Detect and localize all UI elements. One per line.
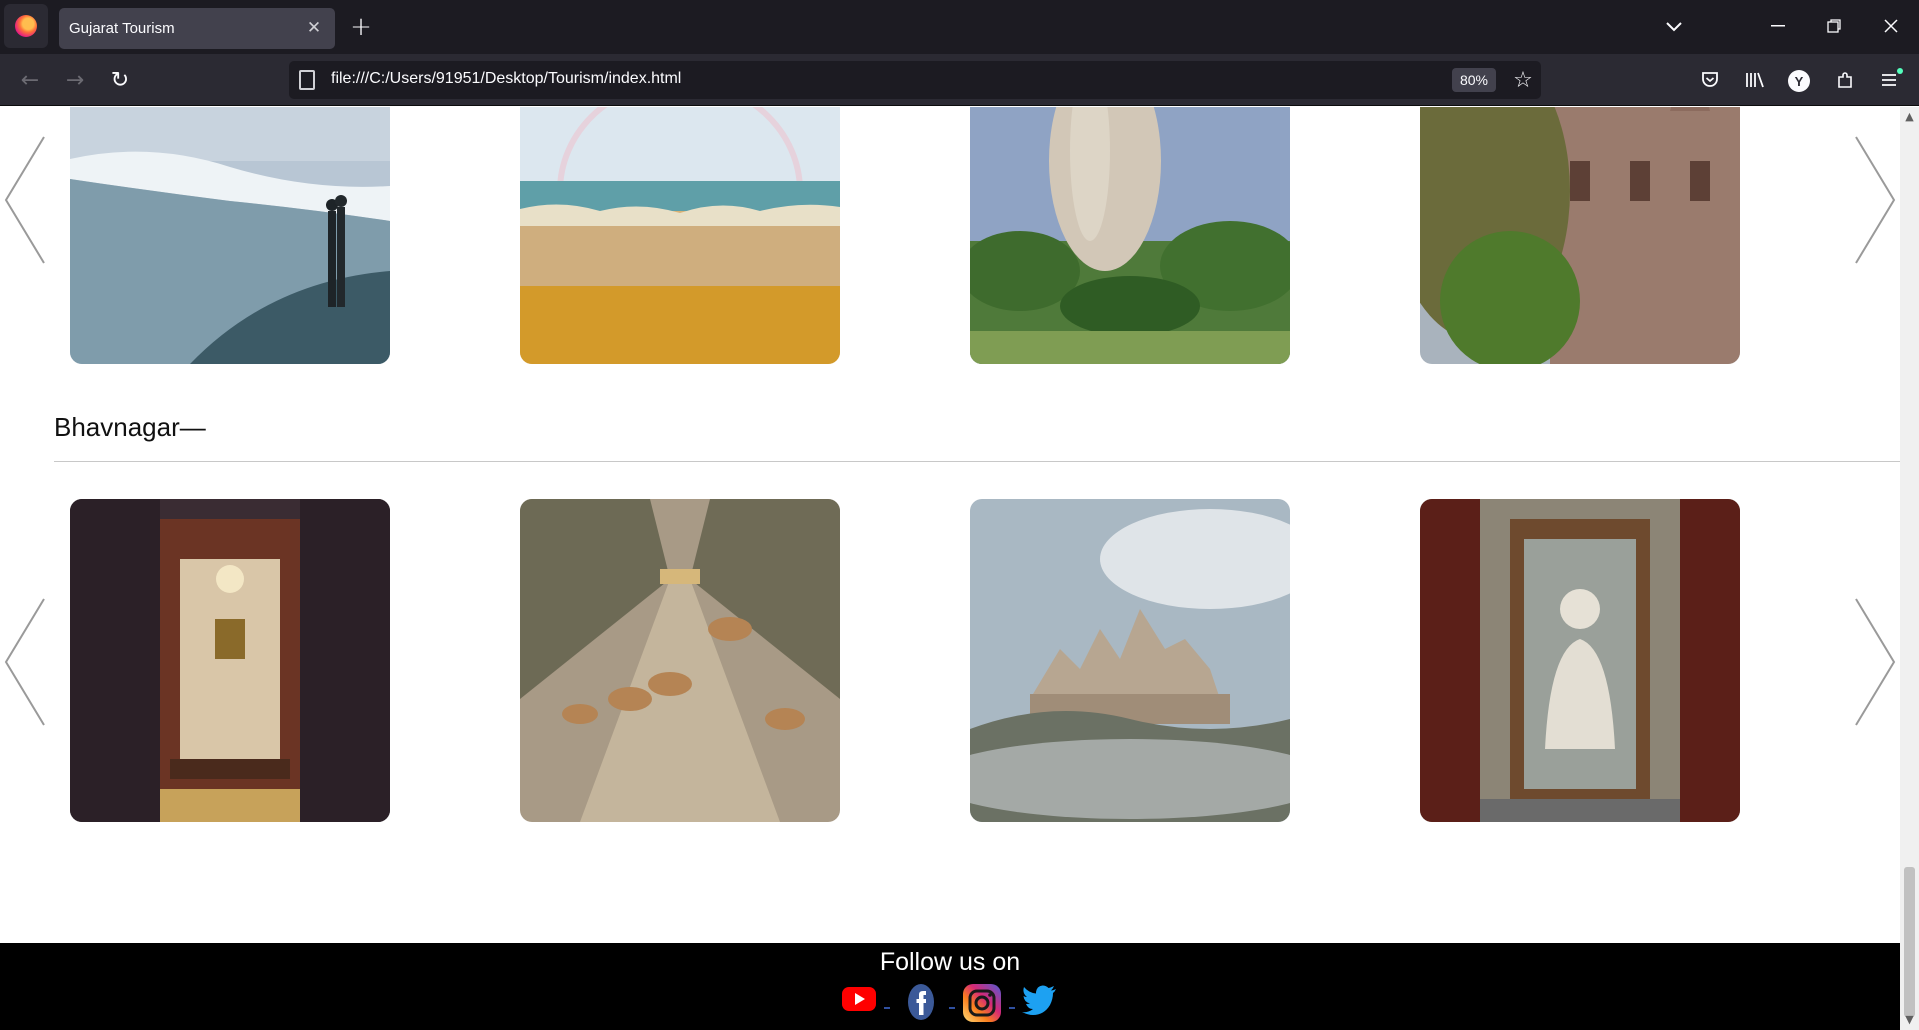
page-icon <box>299 70 315 90</box>
scroll-thumb[interactable] <box>1904 867 1915 1017</box>
back-button[interactable]: ← <box>12 62 48 98</box>
section-divider <box>54 461 1900 462</box>
list-all-tabs-button[interactable] <box>1658 12 1690 42</box>
chevron-right-icon <box>1855 136 1896 264</box>
puzzle-icon <box>1838 72 1852 88</box>
bhavnagar-prev-button[interactable] <box>2 597 48 727</box>
social-separator <box>884 1007 890 1009</box>
scroll-up-arrow-icon[interactable]: ▲ <box>1903 110 1916 123</box>
rainbow-sea-image[interactable] <box>520 107 840 364</box>
chevron-right-icon <box>1855 598 1896 726</box>
hot-air-balloon-park-image[interactable] <box>970 107 1290 364</box>
instagram-icon <box>963 984 1001 1022</box>
vertical-scrollbar[interactable]: ▲ ▼ <box>1900 107 1919 1030</box>
pocket-button[interactable] <box>1692 62 1728 98</box>
rainbow-sea-image-art <box>520 107 840 364</box>
browser-tab-bar: Gujarat Tourism ✕ + <box>0 0 1919 54</box>
tab-title: Gujarat Tourism <box>69 20 175 37</box>
palace-architecture-image[interactable] <box>1420 107 1740 364</box>
forward-button[interactable]: → <box>57 62 93 98</box>
hot-air-balloon-park-image-art <box>970 107 1290 364</box>
beach-couple-image[interactable] <box>70 107 390 364</box>
minimize-button[interactable] <box>1758 8 1798 44</box>
scroll-down-arrow-icon[interactable]: ▼ <box>1903 1013 1916 1026</box>
close-window-button[interactable] <box>1871 8 1911 44</box>
blackbuck-deer-image-art <box>520 499 840 822</box>
blackbuck-deer-image[interactable] <box>520 499 840 822</box>
address-bar[interactable]: file:///C:/Users/91951/Desktop/Tourism/i… <box>289 61 1541 99</box>
facebook-icon <box>908 984 934 1020</box>
tab-close-icon[interactable]: ✕ <box>303 17 325 39</box>
instagram-link[interactable] <box>962 983 1002 1027</box>
footer: Follow us on <box>0 943 1900 1030</box>
twitter-icon <box>1022 985 1056 1015</box>
firefox-view-button[interactable] <box>4 4 48 48</box>
social-separator <box>1009 1007 1015 1009</box>
library-button[interactable] <box>1737 62 1773 98</box>
palitana-temples-image-art <box>970 499 1290 822</box>
palace-interior-image[interactable] <box>70 499 390 822</box>
new-tab-button[interactable]: + <box>346 12 376 42</box>
chevron-left-icon <box>4 598 45 726</box>
page-viewport: Bhavnagar— Follow us on <box>0 107 1900 1030</box>
library-icon <box>1746 72 1764 88</box>
palace-interior-image-art <box>70 499 390 822</box>
facebook-link[interactable] <box>906 983 936 1025</box>
youtube-icon <box>842 987 876 1011</box>
chevron-down-icon <box>1666 22 1682 32</box>
browser-tab[interactable]: Gujarat Tourism ✕ <box>59 8 335 49</box>
gandhi-statue-image-art <box>1420 499 1740 822</box>
carousel-prev-button[interactable] <box>2 135 48 265</box>
hamburger-menu-icon <box>1882 74 1896 86</box>
palace-architecture-image-art <box>1420 107 1740 364</box>
palitana-temples-image[interactable] <box>970 499 1290 822</box>
beach-couple-image-art <box>70 107 390 364</box>
gandhi-statue-image[interactable] <box>1420 499 1740 822</box>
restore-button[interactable] <box>1814 8 1854 44</box>
navigation-toolbar: ← → ↻ file:///C:/Users/91951/Desktop/Tou… <box>0 54 1919 106</box>
pocket-icon <box>1702 72 1718 87</box>
youtube-link[interactable] <box>842 983 876 1017</box>
follow-us-text: Follow us on <box>879 948 1021 976</box>
social-separator <box>949 1007 955 1009</box>
bookmark-star-icon[interactable]: ☆ <box>1509 66 1537 94</box>
update-dot <box>1897 68 1903 74</box>
zoom-indicator[interactable]: 80% <box>1452 68 1496 92</box>
restore-icon <box>1827 19 1841 33</box>
minimize-icon <box>1771 25 1785 27</box>
reload-button[interactable]: ↻ <box>102 62 138 98</box>
account-avatar[interactable]: Y <box>1788 70 1810 92</box>
url-text[interactable]: file:///C:/Users/91951/Desktop/Tourism/i… <box>331 70 681 88</box>
section-heading-bhavnagar: Bhavnagar— <box>54 412 206 442</box>
app-menu-button[interactable] <box>1871 62 1907 98</box>
carousel-next-button[interactable] <box>1852 135 1898 265</box>
chevron-left-icon <box>4 136 45 264</box>
close-icon <box>1884 19 1898 33</box>
twitter-link[interactable] <box>1022 983 1058 1019</box>
firefox-icon <box>15 15 37 37</box>
extensions-button[interactable] <box>1827 62 1863 98</box>
bhavnagar-next-button[interactable] <box>1852 597 1898 727</box>
